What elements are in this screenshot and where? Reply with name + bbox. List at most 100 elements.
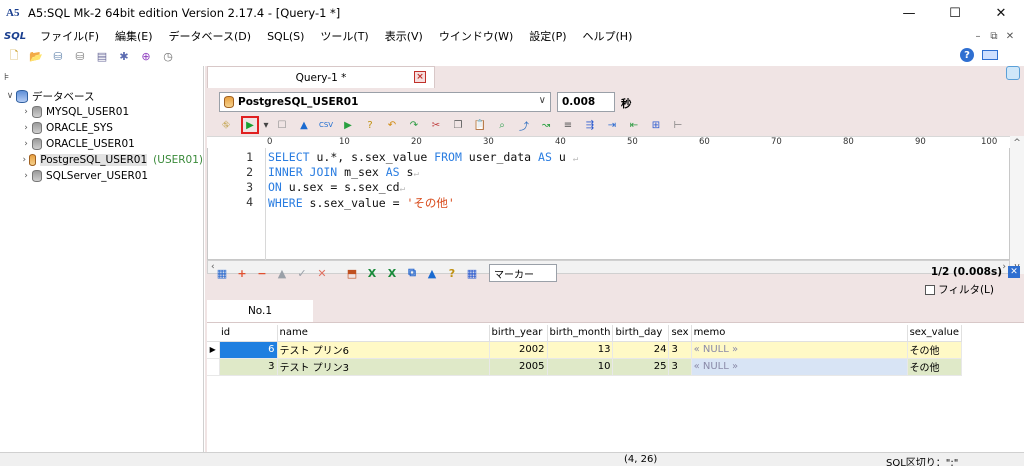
tab-result-1[interactable]: No.1 xyxy=(207,300,313,322)
close-tab-icon[interactable]: × xyxy=(414,71,426,83)
db-list-icon[interactable]: ▤ xyxy=(94,48,110,64)
timer-icon[interactable]: ◷ xyxy=(160,48,176,64)
help-icon[interactable]: ? xyxy=(960,48,974,62)
paste-icon[interactable]: 📋 xyxy=(473,118,487,132)
commit-check-icon[interactable]: ✓ xyxy=(295,266,309,280)
cell-birth-year[interactable]: 2005 xyxy=(489,358,548,376)
cell-sex[interactable]: 3 xyxy=(668,341,692,359)
column-header[interactable]: memo xyxy=(691,325,908,342)
tree-root[interactable]: ∨ データベース xyxy=(0,88,203,104)
new-query-icon[interactable]: 🗋 xyxy=(6,48,22,64)
tree-options-icon[interactable]: ⊧ xyxy=(4,72,9,83)
explain-result-icon[interactable]: ▲ xyxy=(425,266,439,280)
sql-editor[interactable]: 1 2 3 4 SELECT u.*, s.sex_value FROM use… xyxy=(207,148,1010,260)
column-header[interactable]: name xyxy=(277,325,490,342)
find-icon[interactable]: ⌕ xyxy=(495,118,509,132)
keyboard-icon[interactable] xyxy=(982,50,998,60)
plugin-icon[interactable]: ✱ xyxy=(116,48,132,64)
table-row[interactable]: ▶ 6 テスト プリン6 2002 13 24 3 « NULL » その他 xyxy=(207,341,962,359)
column-header[interactable]: sex_value xyxy=(907,325,962,342)
table-row[interactable]: 3 テスト プリン3 2005 10 25 3 « NULL » その他 xyxy=(207,358,962,376)
csv-export-icon[interactable]: CSV xyxy=(319,118,333,132)
format-sql-icon[interactable]: ⇶ xyxy=(583,118,597,132)
checkbox-icon[interactable] xyxy=(925,284,936,295)
copy-result-icon[interactable]: ⧉ xyxy=(405,266,419,280)
indent-icon[interactable]: ⇥ xyxy=(605,118,619,132)
cell-birth-day[interactable]: 25 xyxy=(612,358,670,376)
outdent-icon[interactable]: ⇤ xyxy=(627,118,641,132)
cell-id[interactable]: 3 xyxy=(219,358,278,376)
undo-icon[interactable]: ↶ xyxy=(385,118,399,132)
menu-tools[interactable]: ツール(T) xyxy=(312,28,376,44)
copy-icon[interactable]: ❐ xyxy=(451,118,465,132)
delete-row-icon[interactable]: − xyxy=(255,266,269,280)
menu-view[interactable]: 表示(V) xyxy=(377,28,431,44)
open-file-icon[interactable]: 📂 xyxy=(28,48,44,64)
expand-right-icon[interactable]: › xyxy=(20,139,32,149)
menu-file[interactable]: ファイル(F) xyxy=(32,28,107,44)
move-up-icon[interactable]: ▲ xyxy=(275,266,289,280)
marker-input[interactable]: マーカー xyxy=(489,264,557,282)
grid-edit-icon[interactable]: ▦ xyxy=(215,266,229,280)
menu-edit[interactable]: 編集(E) xyxy=(107,28,161,44)
cell-memo[interactable]: « NULL » xyxy=(691,341,908,359)
cell-birth-day[interactable]: 24 xyxy=(612,341,670,359)
mdi-restore-icon[interactable]: ⧉ xyxy=(986,31,1002,42)
mdi-close-icon[interactable]: ✕ xyxy=(1002,31,1018,42)
step-run-icon[interactable]: ▶ xyxy=(341,118,355,132)
commit-icon[interactable]: ⛗ xyxy=(219,118,233,132)
run-query-icon[interactable]: ▶ xyxy=(241,116,259,134)
tree-item-oracle-user01[interactable]: › ORACLE_USER01 xyxy=(0,136,203,152)
cell-birth-year[interactable]: 2002 xyxy=(489,341,548,359)
export-icon[interactable]: ⬒ xyxy=(345,266,359,280)
excel-icon[interactable]: X xyxy=(365,266,379,280)
cell-sex-value[interactable]: その他 xyxy=(907,341,962,359)
cell-memo[interactable]: « NULL » xyxy=(691,358,908,376)
tree-item-mysql-user01[interactable]: › MYSQL_USER01 xyxy=(0,104,203,120)
tab-query-1[interactable]: Query-1 * × xyxy=(207,66,435,88)
tree-item-sqlserver-user01[interactable]: › SQLServer_USER01 xyxy=(0,168,203,184)
minimize-button[interactable]: — xyxy=(886,0,932,26)
scroll-up-icon[interactable]: ^ xyxy=(1013,138,1021,148)
outline-icon[interactable]: ⊢ xyxy=(671,118,685,132)
menu-database[interactable]: データベース(D) xyxy=(161,28,260,44)
column-header[interactable]: birth_day xyxy=(612,325,670,342)
column-header[interactable]: birth_year xyxy=(489,325,548,342)
cancel-x-icon[interactable]: ✕ xyxy=(315,266,329,280)
side-panel-icon[interactable] xyxy=(1006,66,1020,80)
column-header[interactable]: id xyxy=(219,325,278,342)
menu-settings[interactable]: 設定(P) xyxy=(521,28,574,44)
redo-icon[interactable]: ↷ xyxy=(407,118,421,132)
stop-icon[interactable]: ☐ xyxy=(275,118,289,132)
replace-icon[interactable]: ⤴ xyxy=(517,118,531,133)
cell-birth-month[interactable]: 13 xyxy=(547,341,614,359)
cell-birth-month[interactable]: 10 xyxy=(547,358,614,376)
mdi-minimize-icon[interactable]: – xyxy=(970,31,986,42)
filter-checkbox[interactable]: フィルタ(L) xyxy=(925,282,994,297)
cell-sex[interactable]: 3 xyxy=(668,358,692,376)
menu-sql[interactable]: SQL(S) xyxy=(259,30,312,43)
tree-item-postgresql-user01[interactable]: › PostgreSQL_USER01 (USER01) xyxy=(0,152,203,168)
expand-right-icon[interactable]: › xyxy=(20,155,29,165)
run-dropdown-icon[interactable]: ▾ xyxy=(263,118,269,132)
expand-right-icon[interactable]: › xyxy=(20,171,32,181)
connect-db-icon[interactable]: ⛁ xyxy=(50,48,66,64)
jump-icon[interactable]: ↝ xyxy=(539,118,553,132)
menu-window[interactable]: ウインドウ(W) xyxy=(431,28,521,44)
bookmark-icon[interactable]: ⊞ xyxy=(649,118,663,132)
run-help-icon[interactable]: ? xyxy=(363,118,377,132)
cut-icon[interactable]: ✂ xyxy=(429,118,443,132)
er-diagram-icon[interactable]: ⊕ xyxy=(138,48,154,64)
tree-item-oracle-sys[interactable]: › ORACLE_SYS xyxy=(0,120,203,136)
menu-help[interactable]: ヘルプ(H) xyxy=(575,28,641,44)
maximize-button[interactable]: ☐ xyxy=(932,0,978,26)
excel-all-icon[interactable]: X xyxy=(385,266,399,280)
grid-view-icon[interactable]: ▦ xyxy=(465,266,479,280)
expand-right-icon[interactable]: › xyxy=(20,123,32,133)
cell-sex-value[interactable]: その他 xyxy=(907,358,962,376)
close-button[interactable]: ✕ xyxy=(978,0,1024,26)
explain-icon[interactable]: ▲ xyxy=(297,118,311,132)
close-result-icon[interactable]: ✕ xyxy=(1008,266,1020,278)
cell-id[interactable]: 6 xyxy=(219,341,278,359)
column-header[interactable]: sex xyxy=(668,325,692,342)
